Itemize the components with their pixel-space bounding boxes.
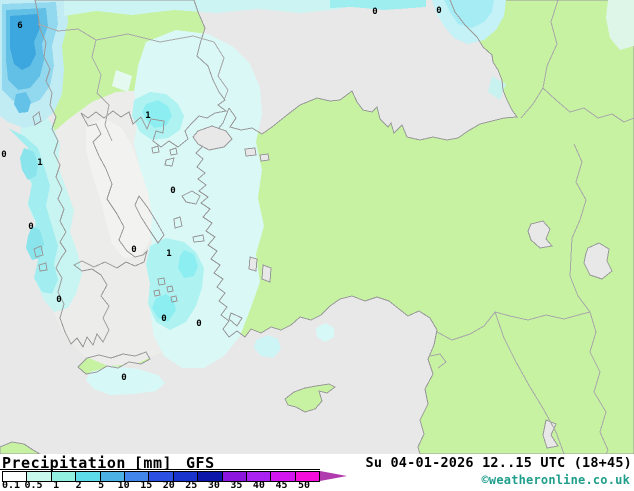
lake-nw-a <box>244 147 257 157</box>
precipitation-map: 60010100010000 <box>0 0 634 454</box>
legend-bar: Precipitation [mm] GFS 0.1 0.5 1 2 5 10 15 20 25 30… <box>0 454 634 491</box>
legend-underline <box>0 469 320 470</box>
copyright: ©weatheronline.co.uk <box>481 473 630 487</box>
lake-nw-b <box>259 153 270 162</box>
lake-sw-b <box>261 264 272 283</box>
map-graphic <box>0 0 634 454</box>
lake-sw-a <box>248 256 258 272</box>
timestamp: Su 04-01-2026 12..15 UTC (18+45) <box>365 455 632 471</box>
weather-map-page: { "map": { "colors": { "sea": "#e8e8e8",… <box>0 0 634 491</box>
